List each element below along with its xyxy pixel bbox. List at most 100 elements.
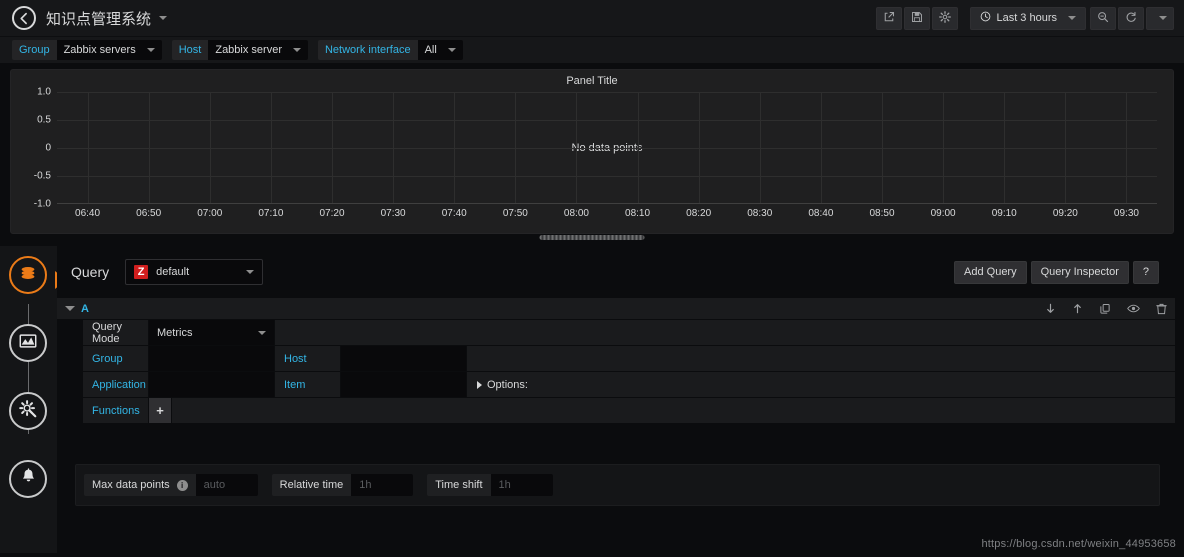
move-query-down-icon[interactable]: [1045, 303, 1056, 314]
variable-label-group: Group: [12, 40, 57, 60]
options-label: Options:: [487, 378, 528, 391]
refresh-button[interactable]: [1118, 6, 1144, 30]
query-mode-value: Metrics: [157, 326, 193, 339]
x-axis-tick: 08:50: [869, 208, 895, 219]
grid-line-vertical: [209, 92, 211, 203]
variable-dropdown-host[interactable]: Zabbix server: [208, 40, 308, 60]
options-toggle[interactable]: Options:: [467, 372, 1177, 397]
duplicate-query-icon[interactable]: [1099, 303, 1111, 315]
sidebar-item-general[interactable]: [9, 392, 47, 430]
group-input[interactable]: [149, 346, 274, 371]
x-axis-tick: 06:40: [75, 208, 101, 219]
datasource-picker[interactable]: Z default: [125, 259, 264, 285]
grid-line-vertical: [759, 92, 761, 203]
sidebar-item-alert[interactable]: [9, 460, 47, 498]
x-axis-tick: 06:50: [136, 208, 162, 219]
query-mode-label: Query Mode: [83, 320, 148, 345]
help-button[interactable]: ?: [1132, 260, 1159, 284]
remove-query-icon[interactable]: [1156, 303, 1167, 315]
query-mode-select[interactable]: Metrics: [149, 320, 274, 345]
x-axis-tick: 09:30: [1113, 208, 1139, 219]
gear-wrench-icon: [18, 399, 38, 424]
time-range-chevron-down-icon: [1068, 16, 1076, 20]
query-editor-pane: Query Z default Add Query Query Inspecto…: [57, 246, 1177, 536]
page-title: 知识点管理系统: [46, 10, 152, 28]
panel-title[interactable]: Panel Title: [11, 70, 1173, 90]
variable-dropdown-network-interface[interactable]: All: [417, 40, 463, 60]
query-refid-label[interactable]: A: [81, 303, 89, 315]
group-host-row: Group Host: [83, 346, 1177, 371]
grid-line-vertical: [698, 92, 700, 203]
graph-panel[interactable]: Panel Title 1.0 0.5 0 -0.5 -1.0 No data poin…: [10, 69, 1174, 234]
max-data-points-input[interactable]: auto: [195, 474, 258, 496]
grid-line-vertical: [270, 92, 272, 203]
query-row-actions: [1045, 302, 1167, 315]
x-axis-tick: 07:30: [380, 208, 406, 219]
dashboard-settings-button[interactable]: [932, 6, 959, 30]
bell-icon: [19, 467, 38, 491]
host-input[interactable]: [341, 346, 466, 371]
variable-dropdown-group[interactable]: Zabbix servers: [56, 40, 162, 60]
info-icon[interactable]: i: [176, 479, 188, 491]
database-icon: [18, 263, 38, 288]
grid-line-vertical: [1126, 92, 1128, 203]
item-input[interactable]: [341, 372, 466, 397]
grid-line-vertical: [943, 92, 945, 203]
group-label: Group: [83, 346, 148, 371]
gear-icon: [939, 10, 952, 26]
zoom-out-button[interactable]: [1090, 6, 1116, 30]
editor-scrollbar-track[interactable]: [1175, 246, 1184, 557]
sidebar-item-visualization[interactable]: [9, 324, 47, 362]
refresh-icon: [1125, 11, 1137, 26]
y-axis-tick-labels: 1.0 0.5 0 -0.5 -1.0: [11, 87, 57, 210]
template-variable-network-interface: Network interface All: [317, 40, 463, 60]
x-axis-tick: 08:20: [686, 208, 712, 219]
query-editor-header: Query Z default Add Query Query Inspecto…: [57, 246, 1177, 298]
refresh-interval-dropdown[interactable]: [1146, 6, 1174, 30]
relative-time-input[interactable]: 1h: [351, 474, 414, 496]
max-data-points-group: Max data points i auto: [84, 474, 258, 496]
functions-row: Functions +: [83, 398, 1177, 423]
move-query-up-icon[interactable]: [1072, 303, 1083, 314]
functions-label: Functions: [83, 398, 148, 423]
dashboard-submenu: Group Zabbix servers Host Zabbix server …: [0, 37, 1184, 63]
grid-line-horizontal: [57, 92, 1157, 93]
y-axis-tick: 1.0: [37, 86, 51, 98]
save-dashboard-button[interactable]: [904, 6, 931, 30]
grid-line-horizontal: [57, 120, 1157, 121]
grid-line-vertical: [515, 92, 517, 203]
chevron-down-icon: [1159, 16, 1167, 20]
sidebar-item-queries[interactable]: [9, 256, 66, 294]
toggle-query-visibility-icon[interactable]: [1127, 302, 1140, 315]
x-axis-tick: 08:40: [808, 208, 834, 219]
time-shift-input[interactable]: 1h: [490, 474, 553, 496]
search-minus-icon: [1097, 11, 1109, 26]
grid-line-vertical: [576, 92, 578, 203]
x-axis-tick: 07:10: [258, 208, 284, 219]
grid-line-vertical: [148, 92, 150, 203]
x-axis-tick: 09:20: [1052, 208, 1078, 219]
add-query-button[interactable]: Add Query: [954, 260, 1027, 284]
query-inspector-button[interactable]: Query Inspector: [1030, 260, 1129, 284]
template-variable-group: Group Zabbix servers: [12, 40, 162, 60]
add-function-button[interactable]: +: [149, 398, 171, 423]
x-axis-tick: 09:10: [991, 208, 1017, 219]
time-range-picker[interactable]: Last 3 hours: [970, 6, 1086, 30]
y-axis-tick: 0: [45, 142, 51, 154]
chevron-down-icon: [447, 48, 456, 52]
max-data-points-label: Max data points i: [84, 474, 196, 496]
share-dashboard-button[interactable]: [876, 6, 903, 30]
zabbix-datasource-icon: Z: [134, 265, 149, 279]
dashboard-menu-chevron-down-icon[interactable]: [159, 16, 168, 20]
back-button[interactable]: [12, 6, 36, 30]
x-axis-tick: 09:00: [930, 208, 956, 219]
collapse-query-chevron-down-icon[interactable]: [65, 306, 75, 311]
grid-line-vertical: [820, 92, 822, 203]
graph-icon: [18, 331, 38, 356]
top-navbar: 知识点管理系统 Last 3 hours: [0, 0, 1184, 37]
y-axis-tick: -1.0: [33, 198, 51, 210]
panel-plot-area[interactable]: 1.0 0.5 0 -0.5 -1.0 No data points 06:40 06:5…: [11, 87, 1173, 233]
panel-resize-handle[interactable]: [539, 235, 645, 240]
application-input[interactable]: [149, 372, 274, 397]
chevron-down-icon: [258, 330, 266, 335]
